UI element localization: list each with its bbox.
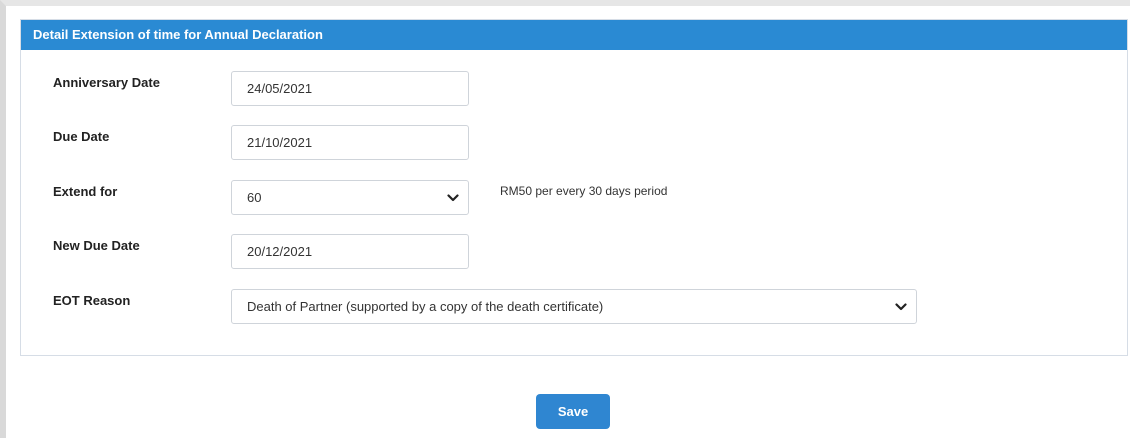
new-due-date-value: 20/12/2021: [247, 244, 313, 259]
extend-for-value: 60: [247, 190, 262, 205]
due-date-label: Due Date: [53, 129, 110, 144]
chevron-down-icon: [894, 290, 908, 323]
eot-reason-label: EOT Reason: [53, 293, 131, 308]
anniversary-date-value: 24/05/2021: [247, 81, 313, 96]
eot-reason-value: Death of Partner (supported by a copy of…: [247, 299, 604, 314]
anniversary-date-label: Anniversary Date: [53, 75, 160, 90]
extend-fee-hint: RM50 per every 30 days period: [500, 184, 668, 198]
due-date-field[interactable]: 21/10/2021: [231, 125, 469, 160]
anniversary-date-field[interactable]: 24/05/2021: [231, 71, 469, 106]
extend-for-label: Extend for: [53, 184, 118, 199]
chevron-down-icon: [446, 181, 460, 214]
save-button[interactable]: Save: [536, 394, 610, 429]
new-due-date-field[interactable]: 20/12/2021: [231, 234, 469, 269]
due-date-value: 21/10/2021: [247, 135, 313, 150]
panel-title: Detail Extension of time for Annual Decl…: [21, 20, 1127, 50]
new-due-date-label: New Due Date: [53, 238, 140, 253]
eot-reason-select[interactable]: Death of Partner (supported by a copy of…: [231, 289, 917, 324]
extend-for-select[interactable]: 60: [231, 180, 469, 215]
extension-detail-panel: Detail Extension of time for Annual Decl…: [20, 19, 1128, 356]
